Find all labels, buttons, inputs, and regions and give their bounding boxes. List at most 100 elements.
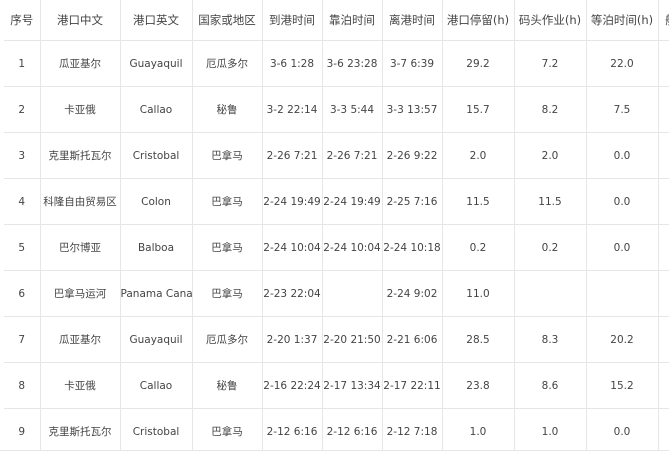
cell-departure: 3-3 13:57 xyxy=(382,86,443,133)
column-header-port-cn: 港口中文 xyxy=(40,0,121,41)
port-call-table: 序号 港口中文 港口英文 国家或地区 到港时间 靠泊时间 离港时间 港口停留(h… xyxy=(4,0,669,451)
cell-port-en: Callao xyxy=(120,86,193,133)
cell-berthing: 3-6 23:28 xyxy=(322,40,383,87)
cell-port-stay: 0.2 xyxy=(442,224,515,271)
cell-port-cn: 克里斯托瓦尔 xyxy=(40,132,121,179)
cell-country: 巴拿马 xyxy=(192,178,263,225)
cell-truncated xyxy=(658,40,669,87)
cell-berthing: 2-17 13:34 xyxy=(322,362,383,409)
cell-port-cn: 瓜亚基尔 xyxy=(40,40,121,87)
cell-port-cn: 克里斯托瓦尔 xyxy=(40,408,121,451)
cell-port-en: Guayaquil xyxy=(120,316,193,363)
cell-country: 厄瓜多尔 xyxy=(192,40,263,87)
cell-terminal-ops: 11.5 xyxy=(514,178,587,225)
cell-port-en: Guayaquil xyxy=(120,40,193,87)
cell-terminal-ops: 1.0 xyxy=(514,408,587,451)
table-row: 2 卡亚俄 Callao 秘鲁 3-2 22:14 3-3 5:44 3-3 13:57 15… xyxy=(4,86,669,133)
cell-departure: 2-26 9:22 xyxy=(382,132,443,179)
cell-port-cn: 巴尔博亚 xyxy=(40,224,121,271)
cell-berth-wait: 22.0 xyxy=(586,40,659,87)
cell-arrival: 2-16 22:24 xyxy=(262,362,323,409)
column-header-departure: 离港时间 xyxy=(382,0,443,41)
cell-index: 2 xyxy=(4,86,41,133)
column-header-port-en: 港口英文 xyxy=(120,0,193,41)
cell-truncated xyxy=(658,316,669,363)
cell-departure: 2-25 7:16 xyxy=(382,178,443,225)
column-header-index: 序号 xyxy=(4,0,41,41)
cell-berthing: 2-12 6:16 xyxy=(322,408,383,451)
cell-arrival: 2-23 22:04 xyxy=(262,270,323,317)
cell-port-cn: 科隆自由贸易区 xyxy=(40,178,121,225)
cell-berth-wait xyxy=(586,270,659,317)
cell-truncated xyxy=(658,224,669,271)
cell-index: 6 xyxy=(4,270,41,317)
column-header-berth-wait: 等泊时间(h) xyxy=(586,0,659,41)
cell-port-en: Cristobal xyxy=(120,132,193,179)
cell-truncated xyxy=(658,178,669,225)
table-row: 8 卡亚俄 Callao 秘鲁 2-16 22:24 2-17 13:34 2-17 22:… xyxy=(4,362,669,409)
column-header-port-stay: 港口停留(h) xyxy=(442,0,515,41)
cell-arrival: 2-20 1:37 xyxy=(262,316,323,363)
cell-departure: 2-12 7:18 xyxy=(382,408,443,451)
cell-port-stay: 28.5 xyxy=(442,316,515,363)
cell-departure: 3-7 6:39 xyxy=(382,40,443,87)
table-row: 6 巴拿马运河 Panama Canal 巴拿马 2-23 22:04 2-24 9:02… xyxy=(4,270,669,317)
cell-port-cn: 瓜亚基尔 xyxy=(40,316,121,363)
cell-port-en: Colon xyxy=(120,178,193,225)
cell-terminal-ops: 2.0 xyxy=(514,132,587,179)
table-header-row: 序号 港口中文 港口英文 国家或地区 到港时间 靠泊时间 离港时间 港口停留(h… xyxy=(4,0,669,41)
table-row: 5 巴尔博亚 Balboa 巴拿马 2-24 10:04 2-24 10:04 2-24 1… xyxy=(4,224,669,271)
cell-port-stay: 15.7 xyxy=(442,86,515,133)
cell-berth-wait: 7.5 xyxy=(586,86,659,133)
cell-truncated xyxy=(658,86,669,133)
cell-departure: 2-24 9:02 xyxy=(382,270,443,317)
cell-arrival: 2-12 6:16 xyxy=(262,408,323,451)
table-row: 1 瓜亚基尔 Guayaquil 厄瓜多尔 3-6 1:28 3-6 23:28 3-7 6… xyxy=(4,40,669,87)
cell-terminal-ops xyxy=(514,270,587,317)
cell-index: 5 xyxy=(4,224,41,271)
port-call-table-container: 序号 港口中文 港口英文 国家或地区 到港时间 靠泊时间 离港时间 港口停留(h… xyxy=(0,0,669,451)
cell-berth-wait: 15.2 xyxy=(586,362,659,409)
cell-index: 7 xyxy=(4,316,41,363)
cell-port-en: Balboa xyxy=(120,224,193,271)
cell-index: 9 xyxy=(4,408,41,451)
column-header-country: 国家或地区 xyxy=(192,0,263,41)
cell-terminal-ops: 8.2 xyxy=(514,86,587,133)
cell-port-cn: 卡亚俄 xyxy=(40,362,121,409)
cell-departure: 2-21 6:06 xyxy=(382,316,443,363)
cell-berth-wait: 0.0 xyxy=(586,408,659,451)
cell-port-cn: 巴拿马运河 xyxy=(40,270,121,317)
cell-country: 巴拿马 xyxy=(192,270,263,317)
column-header-berthing: 靠泊时间 xyxy=(322,0,383,41)
cell-berth-wait: 20.2 xyxy=(586,316,659,363)
cell-port-stay: 29.2 xyxy=(442,40,515,87)
cell-port-cn: 卡亚俄 xyxy=(40,86,121,133)
cell-berth-wait: 0.0 xyxy=(586,178,659,225)
cell-berthing: 2-24 10:04 xyxy=(322,224,383,271)
cell-terminal-ops: 0.2 xyxy=(514,224,587,271)
table-row: 3 克里斯托瓦尔 Cristobal 巴拿马 2-26 7:21 2-26 7:21 2-2… xyxy=(4,132,669,179)
cell-departure: 2-24 10:18 xyxy=(382,224,443,271)
column-header-truncated: 航 xyxy=(658,0,669,41)
column-header-terminal-ops: 码头作业(h) xyxy=(514,0,587,41)
cell-index: 4 xyxy=(4,178,41,225)
cell-terminal-ops: 8.6 xyxy=(514,362,587,409)
cell-truncated xyxy=(658,408,669,451)
cell-index: 3 xyxy=(4,132,41,179)
cell-country: 巴拿马 xyxy=(192,132,263,179)
cell-country: 巴拿马 xyxy=(192,224,263,271)
cell-port-en: Cristobal xyxy=(120,408,193,451)
table-row: 7 瓜亚基尔 Guayaquil 厄瓜多尔 2-20 1:37 2-20 21:50 2-2… xyxy=(4,316,669,363)
cell-port-stay: 1.0 xyxy=(442,408,515,451)
cell-berthing: 3-3 5:44 xyxy=(322,86,383,133)
cell-port-stay: 2.0 xyxy=(442,132,515,179)
cell-arrival: 2-24 10:04 xyxy=(262,224,323,271)
cell-berthing: 2-20 21:50 xyxy=(322,316,383,363)
cell-berth-wait: 0.0 xyxy=(586,132,659,179)
cell-country: 巴拿马 xyxy=(192,408,263,451)
cell-port-en: Panama Canal xyxy=(120,270,193,317)
cell-country: 厄瓜多尔 xyxy=(192,316,263,363)
cell-truncated xyxy=(658,362,669,409)
cell-truncated xyxy=(658,270,669,317)
cell-port-stay: 23.8 xyxy=(442,362,515,409)
